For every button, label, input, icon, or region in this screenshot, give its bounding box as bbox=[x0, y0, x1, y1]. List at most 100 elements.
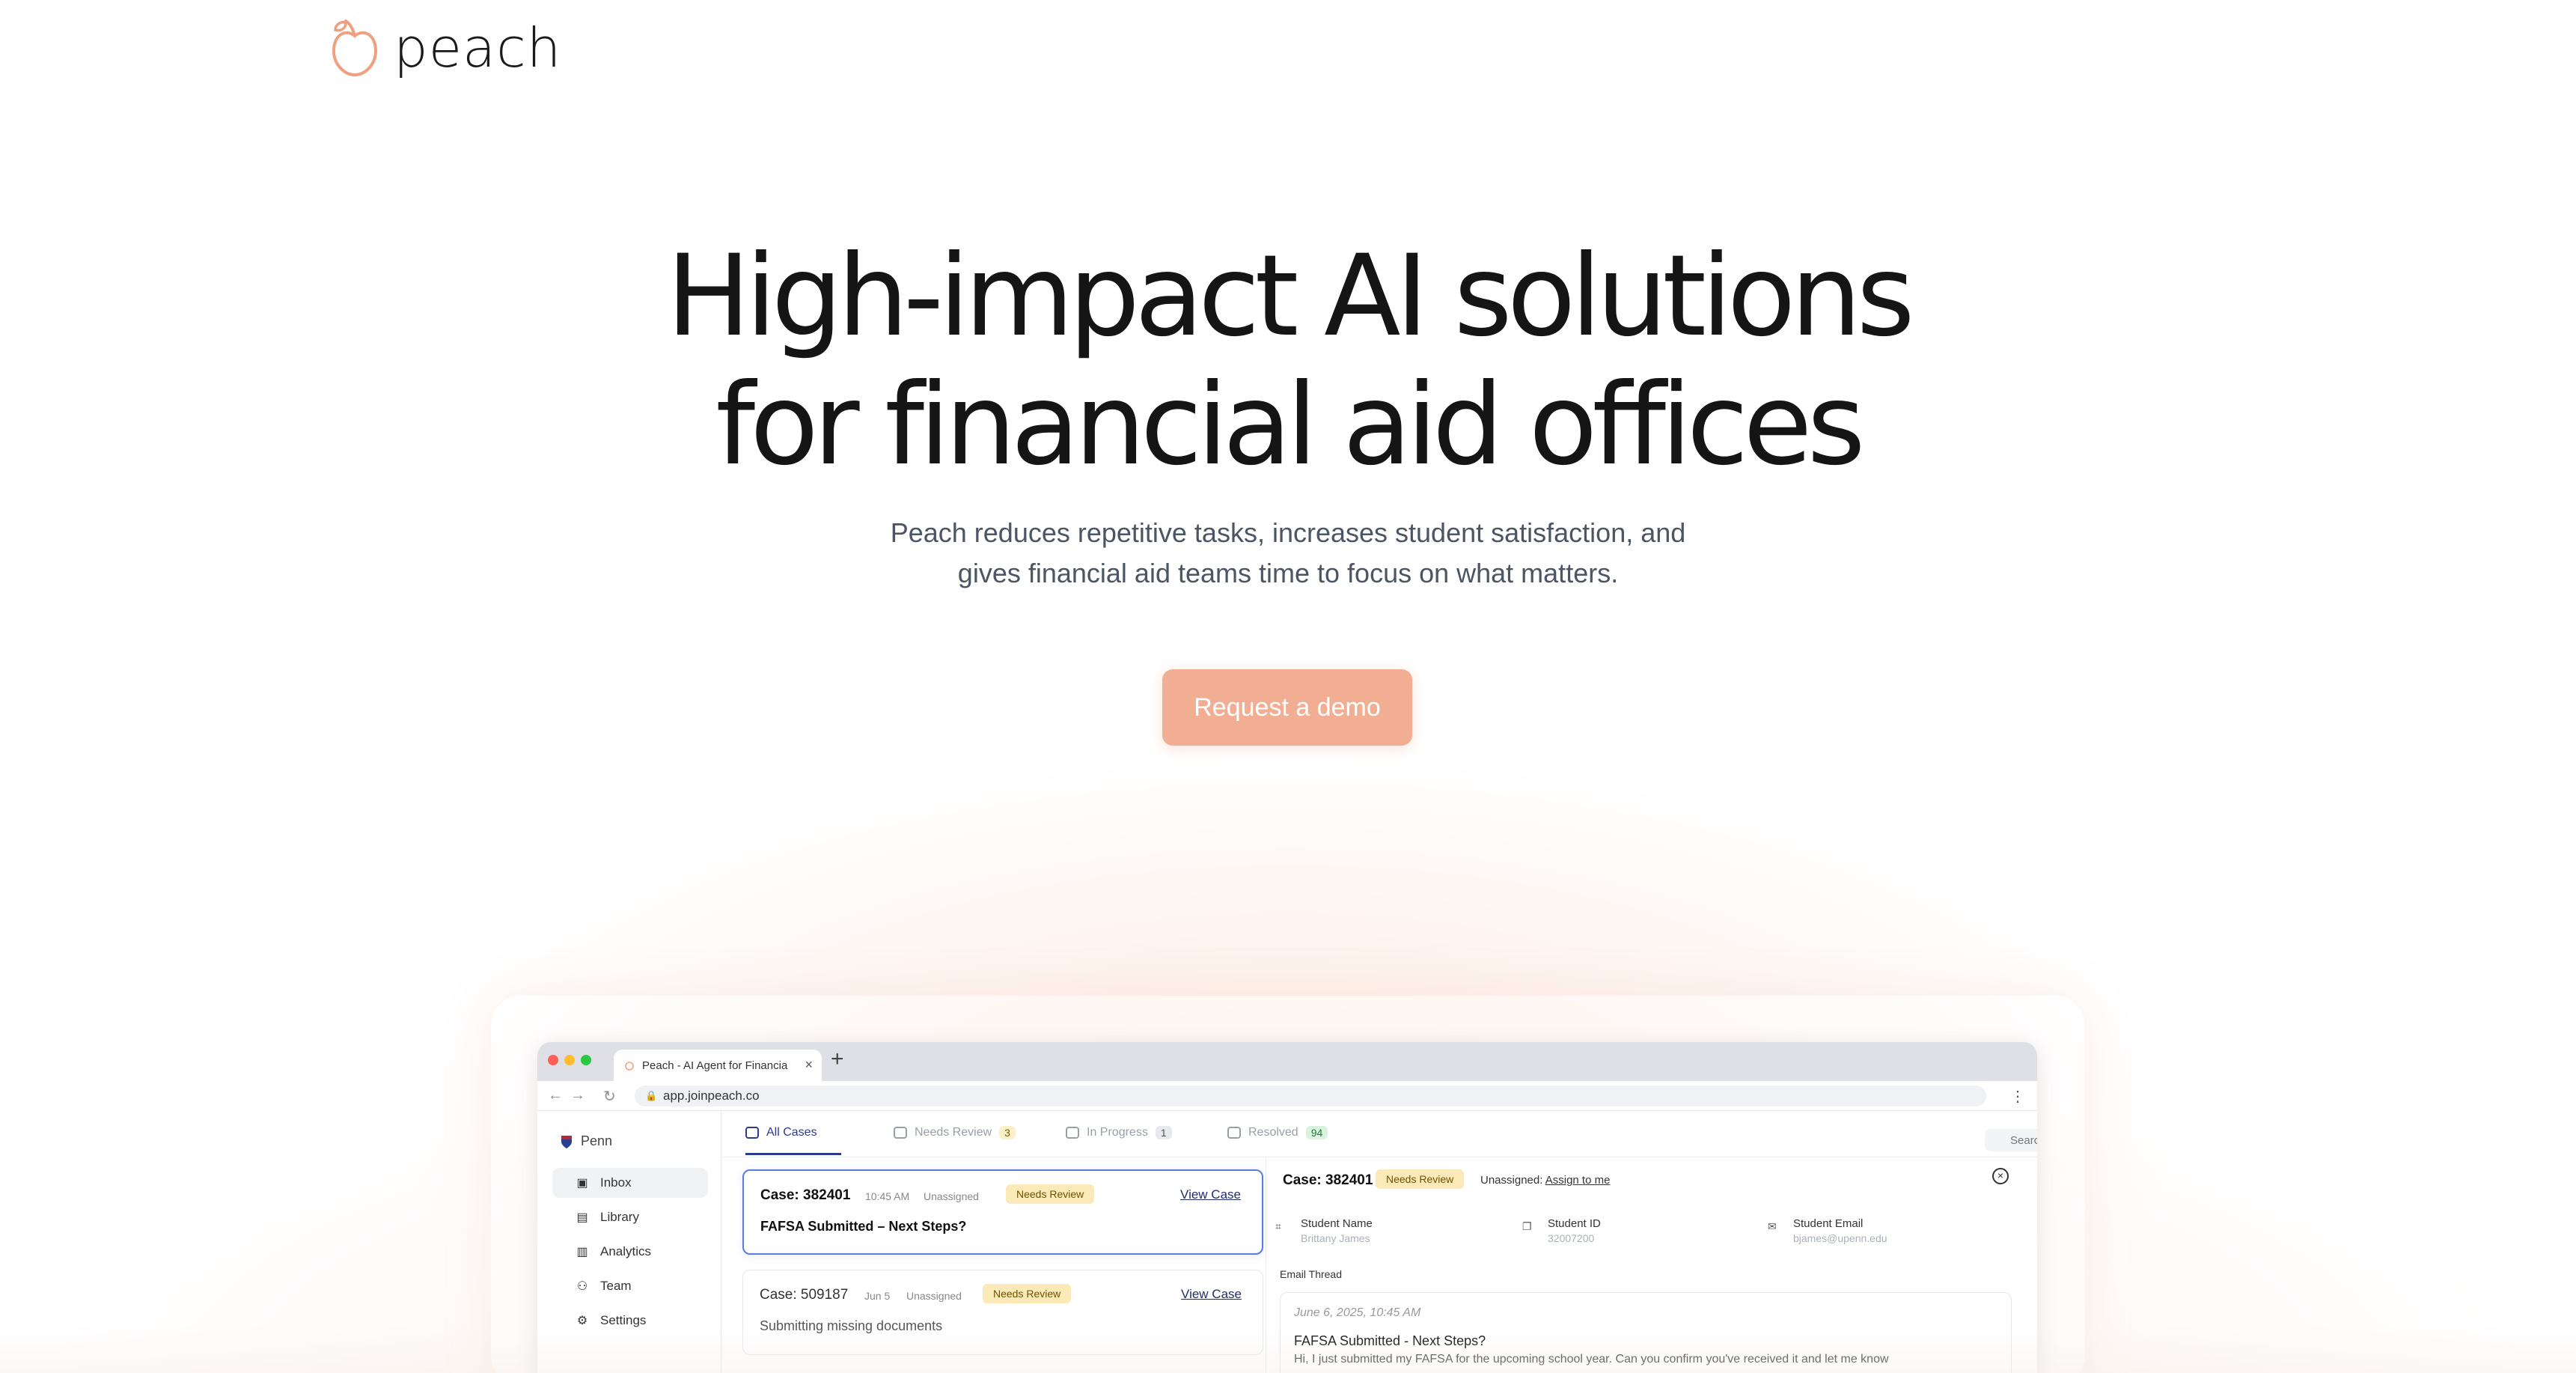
browser-tab-title: Peach - AI Agent for Financia bbox=[642, 1059, 788, 1072]
case-title: FAFSA Submitted – Next Steps? bbox=[760, 1219, 967, 1234]
tab-resolved[interactable]: Resolved 94 bbox=[1227, 1126, 1328, 1139]
field-label: Student Email bbox=[1793, 1217, 1864, 1230]
minimize-window-dot[interactable] bbox=[564, 1055, 575, 1065]
settings-icon: ⚙ bbox=[576, 1315, 588, 1327]
sidebar-item-inbox[interactable]: ▣ Inbox bbox=[552, 1168, 708, 1198]
email-body: Hi, I just submitted my FAFSA for the up… bbox=[1294, 1353, 1889, 1366]
inbox-icon: ▣ bbox=[576, 1177, 588, 1190]
peach-favicon-icon bbox=[625, 1062, 634, 1071]
view-case-link[interactable]: View Case bbox=[1180, 1187, 1241, 1202]
lock-icon: 🔒 bbox=[645, 1090, 658, 1101]
sidebar-item-label: Team bbox=[600, 1279, 632, 1293]
sidebar-item-library[interactable]: ▤ Library bbox=[552, 1202, 708, 1232]
email-subject: FAFSA Submitted - Next Steps? bbox=[1294, 1333, 1486, 1348]
view-case-link[interactable]: View Case bbox=[1181, 1287, 1242, 1302]
tab-all-cases[interactable]: All Cases bbox=[745, 1126, 817, 1139]
hero-title: High-impact AI solutions for financial a… bbox=[0, 232, 2576, 490]
case-time: Jun 5 bbox=[864, 1290, 891, 1302]
user-scan-icon: ⌗ bbox=[1275, 1220, 1281, 1232]
forward-arrow-icon[interactable]: → bbox=[570, 1087, 585, 1104]
field-label: Student Name bbox=[1301, 1217, 1373, 1230]
browser-tab[interactable]: Peach - AI Agent for Financia × bbox=[614, 1050, 822, 1081]
hero-subtitle-line-1: Peach reduces repetitive tasks, increase… bbox=[890, 517, 1686, 548]
hero-title-line-2: for financial aid offices bbox=[715, 360, 1865, 490]
request-demo-button[interactable]: Request a demo bbox=[1162, 669, 1412, 746]
penn-shield-icon bbox=[561, 1135, 572, 1148]
library-icon: ▤ bbox=[576, 1211, 588, 1224]
resolved-count-badge: 94 bbox=[1305, 1126, 1328, 1139]
email-thread-heading: Email Thread bbox=[1280, 1268, 1343, 1280]
address-text: app.joinpeach.co bbox=[663, 1089, 760, 1103]
sidebar-item-settings[interactable]: ⚙ Settings bbox=[552, 1306, 708, 1336]
assignment-status: Unassigned: Assign to me bbox=[1480, 1174, 1610, 1187]
reload-icon[interactable]: ↻ bbox=[603, 1087, 616, 1106]
case-list: Case: 382401 10:45 AM Unassigned Needs R… bbox=[721, 1157, 1266, 1373]
case-filter-tabs: All Cases Needs Review 3 In Progress 1 R… bbox=[721, 1111, 2037, 1157]
sidebar-item-label: Settings bbox=[600, 1313, 647, 1327]
field-value: bjames@upenn.edu bbox=[1793, 1232, 1887, 1244]
field-value: Brittany James bbox=[1301, 1232, 1370, 1244]
browser-url-bar: ← → ↻ 🔒 app.joinpeach.co ⋮ bbox=[537, 1081, 2037, 1111]
org-name: Penn bbox=[581, 1133, 613, 1148]
email-message[interactable]: June 6, 2025, 10:45 AM FAFSA Submitted -… bbox=[1280, 1292, 2012, 1373]
brand-name: peach bbox=[394, 16, 562, 79]
search-input[interactable] bbox=[1985, 1129, 2037, 1151]
browser-tab-bar: Peach - AI Agent for Financia × + bbox=[537, 1042, 2037, 1081]
inbox-tray-icon bbox=[745, 1127, 759, 1139]
detail-case-id: Case: 382401 bbox=[1283, 1172, 1373, 1188]
hero-subtitle: Peach reduces repetitive tasks, increase… bbox=[0, 513, 2576, 594]
case-card[interactable]: Case: 382401 10:45 AM Unassigned Needs R… bbox=[742, 1169, 1263, 1255]
resolved-icon bbox=[1227, 1127, 1241, 1139]
assign-prefix: Unassigned: bbox=[1480, 1174, 1543, 1187]
case-id: Case: 382401 bbox=[760, 1187, 851, 1203]
case-id: Case: 509187 bbox=[760, 1287, 849, 1303]
tab-label: In Progress bbox=[1087, 1126, 1148, 1139]
analytics-icon: ▥ bbox=[576, 1246, 588, 1258]
case-detail-panel: Case: 382401 Needs Review Unassigned: As… bbox=[1266, 1157, 2037, 1373]
browser-window: Peach - AI Agent for Financia × + ← → ↻ … bbox=[537, 1042, 2037, 1373]
status-badge: Needs Review bbox=[1006, 1184, 1095, 1204]
field-label: Student ID bbox=[1548, 1217, 1601, 1230]
case-time: 10:45 AM bbox=[865, 1190, 910, 1202]
email-date: June 6, 2025, 10:45 AM bbox=[1294, 1306, 1421, 1319]
tab-in-progress[interactable]: In Progress 1 bbox=[1066, 1126, 1172, 1139]
review-icon bbox=[894, 1127, 907, 1139]
new-tab-icon[interactable]: + bbox=[831, 1047, 844, 1072]
peach-icon bbox=[332, 19, 378, 77]
maximize-window-dot[interactable] bbox=[581, 1055, 591, 1065]
brand-logo[interactable]: peach bbox=[329, 16, 561, 79]
sidebar-item-label: Library bbox=[600, 1210, 639, 1224]
org-switcher[interactable]: Penn bbox=[560, 1133, 612, 1149]
close-icon[interactable]: × bbox=[1992, 1168, 2009, 1184]
status-badge: Needs Review bbox=[983, 1284, 1072, 1303]
id-card-icon: ❐ bbox=[1522, 1220, 1532, 1232]
tab-label: Needs Review bbox=[915, 1126, 992, 1139]
tab-needs-review[interactable]: Needs Review 3 bbox=[894, 1126, 1016, 1139]
field-value: 32007200 bbox=[1548, 1232, 1595, 1244]
sidebar-item-label: Inbox bbox=[600, 1175, 632, 1190]
hero-title-line-1: High-impact AI solutions bbox=[666, 231, 1914, 362]
hero-subtitle-line-2: gives financial aid teams time to focus … bbox=[957, 558, 1619, 588]
browser-menu-icon[interactable]: ⋮ bbox=[2010, 1087, 2025, 1106]
sidebar-item-analytics[interactable]: ▥ Analytics bbox=[552, 1237, 708, 1267]
back-arrow-icon[interactable]: ← bbox=[548, 1087, 563, 1104]
mail-icon: ✉ bbox=[1768, 1220, 1777, 1232]
tab-label: All Cases bbox=[766, 1126, 817, 1139]
close-tab-icon[interactable]: × bbox=[805, 1057, 813, 1073]
team-icon: ⚇ bbox=[576, 1280, 588, 1293]
close-window-dot[interactable] bbox=[548, 1055, 558, 1065]
sidebar-item-team[interactable]: ⚇ Team bbox=[552, 1271, 708, 1301]
case-assignee: Unassigned bbox=[924, 1190, 979, 1202]
detail-status-badge: Needs Review bbox=[1376, 1169, 1465, 1189]
case-title: Submitting missing documents bbox=[760, 1318, 943, 1333]
case-card[interactable]: Case: 509187 Jun 5 Unassigned Needs Revi… bbox=[742, 1270, 1263, 1355]
address-input[interactable]: 🔒 app.joinpeach.co bbox=[635, 1086, 1986, 1106]
needs-review-count-badge: 3 bbox=[999, 1126, 1016, 1139]
active-tab-indicator bbox=[745, 1153, 841, 1155]
progress-icon bbox=[1066, 1127, 1079, 1139]
case-assignee: Unassigned bbox=[906, 1290, 962, 1302]
assign-to-me-link[interactable]: Assign to me bbox=[1545, 1174, 1611, 1187]
in-progress-count-badge: 1 bbox=[1155, 1126, 1172, 1139]
tab-label: Resolved bbox=[1248, 1126, 1298, 1139]
app-sidebar: Penn ▣ Inbox ▤ Library ▥ Analytics ⚇ Tea… bbox=[537, 1111, 721, 1373]
